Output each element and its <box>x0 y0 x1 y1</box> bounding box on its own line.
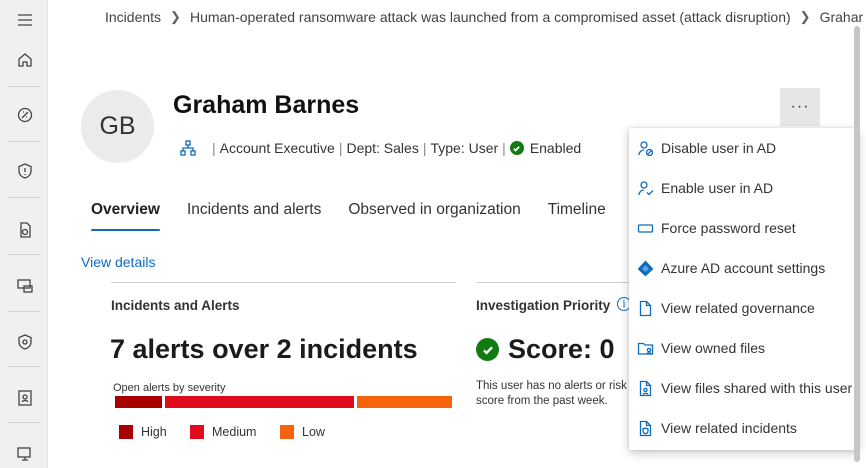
menu-item-label: View related incidents <box>661 420 797 436</box>
legend-medium: Medium <box>190 425 256 439</box>
shield-icon[interactable] <box>12 159 38 183</box>
menu-item-label: View owned files <box>661 340 766 356</box>
avatar: GB <box>81 90 154 163</box>
tab-observed-in-organization[interactable]: Observed in organization <box>348 201 520 219</box>
person-check-icon <box>636 179 654 197</box>
divider: | <box>422 140 427 156</box>
legend-label: Low <box>302 425 325 439</box>
card-divider <box>111 282 456 283</box>
user-type: Type: User <box>430 140 499 156</box>
rail-divider <box>8 254 40 255</box>
page-title: Graham Barnes <box>173 91 360 119</box>
chevron-right-icon: ❯ <box>170 9 181 24</box>
vertical-scrollbar[interactable] <box>853 22 862 468</box>
score-value: Score: 0 <box>508 334 615 364</box>
severity-bar-high[interactable] <box>115 396 162 408</box>
menu-item-azure-ad-settings[interactable]: Azure AD account settings <box>629 248 858 288</box>
tab-incidents-and-alerts[interactable]: Incidents and alerts <box>187 201 321 219</box>
azure-ad-icon <box>636 259 654 277</box>
card-divider <box>476 282 636 283</box>
legend-label: High <box>141 425 167 439</box>
chevron-right-icon: ❯ <box>799 9 811 24</box>
security-shield-icon[interactable] <box>12 330 38 354</box>
alerts-summary: 7 alerts over 2 incidents <box>110 334 418 364</box>
rail-divider <box>8 422 40 423</box>
devices-icon[interactable] <box>12 274 38 298</box>
check-circle-icon <box>476 338 499 361</box>
more-actions-menu: Disable user in AD Enable user in AD For… <box>629 128 858 450</box>
job-title: Account Executive <box>219 140 335 156</box>
person-block-icon <box>636 139 654 157</box>
legend-swatch <box>190 425 204 439</box>
tab-timeline[interactable]: Timeline <box>548 201 606 219</box>
menu-item-label: View related governance <box>661 300 815 316</box>
menu-item-enable-user[interactable]: Enable user in AD <box>629 168 858 208</box>
rail-divider <box>8 86 40 87</box>
scrollbar-thumb[interactable] <box>854 26 860 462</box>
more-actions-button[interactable]: ··· <box>780 88 820 126</box>
menu-item-label: Force password reset <box>661 220 796 236</box>
menu-item-label: View files shared with this user <box>661 380 853 396</box>
severity-label: Open alerts by severity <box>113 382 226 394</box>
legend-swatch <box>119 425 133 439</box>
legend-label: Medium <box>212 425 257 439</box>
legend-high: High <box>119 425 167 439</box>
divider: | <box>502 140 506 156</box>
priority-card-title: Investigation Priority <box>476 298 611 313</box>
legend-low: Low <box>280 425 325 439</box>
document-shield-icon <box>636 419 654 437</box>
menu-item-view-related-incidents[interactable]: View related incidents <box>629 408 858 448</box>
tab-bar: Overview Incidents and alerts Observed i… <box>91 201 633 231</box>
breadcrumb-incident[interactable]: Human-operated ransomware attack was lau… <box>190 9 791 25</box>
status-badge: Enabled <box>529 140 582 156</box>
divider: | <box>338 140 343 156</box>
severity-bar-low[interactable] <box>357 396 452 408</box>
folder-person-icon <box>636 339 654 357</box>
menu-item-disable-user[interactable]: Disable user in AD <box>629 128 858 168</box>
menu-item-view-shared-files[interactable]: View files shared with this user <box>629 368 858 408</box>
org-chart-icon[interactable] <box>180 140 196 156</box>
menu-item-label: Disable user in AD <box>661 140 777 156</box>
severity-bar-medium[interactable] <box>165 396 354 408</box>
rail-divider <box>8 366 40 367</box>
asset-icon[interactable] <box>12 218 38 242</box>
menu-item-label: Enable user in AD <box>661 180 774 196</box>
legend-swatch <box>280 425 294 439</box>
tab-overview[interactable]: Overview <box>91 201 160 231</box>
user-meta: | Account Executive | Dept: Sales | Type… <box>180 138 581 158</box>
hamburger-menu-icon[interactable] <box>12 8 38 32</box>
menu-item-view-owned-files[interactable]: View owned files <box>629 328 858 368</box>
user-card-icon[interactable] <box>12 386 38 410</box>
menu-item-view-governance[interactable]: View related governance <box>629 288 858 328</box>
rail-divider <box>8 141 40 142</box>
document-icon <box>636 299 654 317</box>
reports-icon[interactable] <box>12 442 38 466</box>
incidents-icon[interactable] <box>12 103 38 127</box>
left-nav-rail <box>0 0 48 468</box>
document-person-icon <box>636 379 654 397</box>
department: Dept: Sales <box>346 140 419 156</box>
divider: | <box>212 140 216 156</box>
view-details-link[interactable]: View details <box>81 254 155 270</box>
priority-note: This user has no alerts or risk score fr… <box>476 380 627 407</box>
password-icon <box>636 219 654 237</box>
incidents-card-title: Incidents and Alerts <box>111 298 240 313</box>
check-circle-icon <box>509 141 524 155</box>
menu-item-label: Azure AD account settings <box>661 260 826 276</box>
menu-item-force-password-reset[interactable]: Force password reset <box>629 208 858 248</box>
rail-divider <box>8 311 40 312</box>
breadcrumb: Incidents ❯ Human-operated ransomware at… <box>105 9 863 25</box>
rail-divider <box>8 197 40 198</box>
breadcrumb-incidents[interactable]: Incidents <box>105 9 161 25</box>
home-icon[interactable] <box>12 48 38 72</box>
